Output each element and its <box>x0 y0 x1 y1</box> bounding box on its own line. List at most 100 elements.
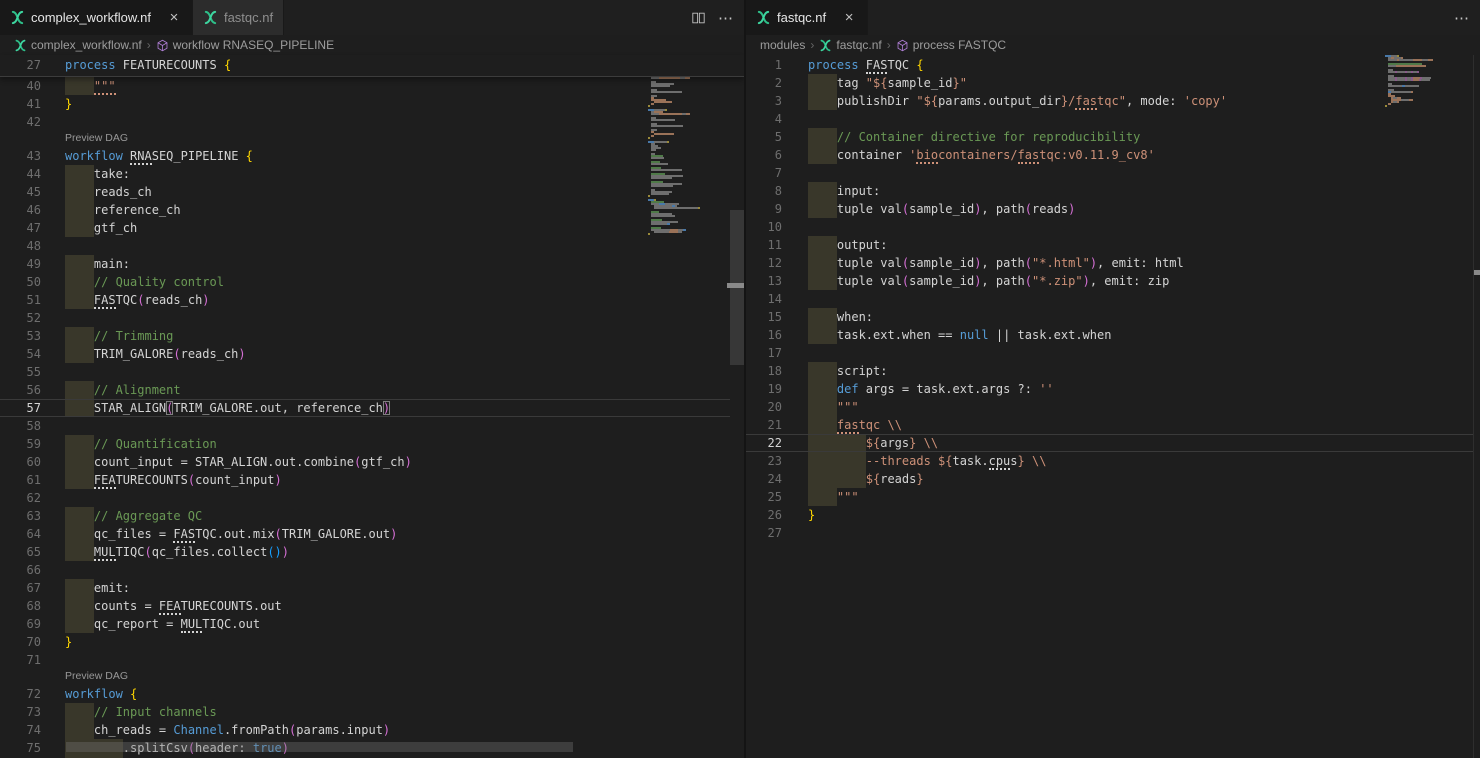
code-line[interactable]: 56// Alignment <box>0 381 744 399</box>
code-line[interactable]: 1process FASTQC { <box>746 56 1480 74</box>
code-line[interactable]: 3publishDir "${params.output_dir}/fastqc… <box>746 92 1480 110</box>
code-line[interactable]: 16task.ext.when == null || task.ext.when <box>746 326 1480 344</box>
minimap-right[interactable] <box>1385 55 1455 109</box>
code-line[interactable]: 51FASTQC(reads_ch) <box>0 291 744 309</box>
minimap-left[interactable] <box>648 55 730 237</box>
code-line[interactable]: 62 <box>0 489 744 507</box>
code-line[interactable]: 43workflow RNASEQ_PIPELINE { <box>0 147 744 165</box>
code-line[interactable]: 12tuple val(sample_id), path("*.html"), … <box>746 254 1480 272</box>
code-line[interactable]: 45reads_ch <box>0 183 744 201</box>
close-icon[interactable]: × <box>841 10 857 26</box>
tab-label: complex_workflow.nf <box>31 10 151 25</box>
code-line[interactable]: 9tuple val(sample_id), path(reads) <box>746 200 1480 218</box>
tab-fastqc-right[interactable]: fastqc.nf × <box>746 0 868 35</box>
horizontal-scrollbar-thumb[interactable] <box>66 742 573 752</box>
code-lines-left[interactable]: 40"""41}42Preview DAG43workflow RNASEQ_P… <box>0 77 744 758</box>
code-line[interactable]: 58 <box>0 417 744 435</box>
nextflow-file-icon <box>203 10 218 25</box>
code-line[interactable]: 57STAR_ALIGN(TRIM_GALORE.out, reference_… <box>0 399 744 417</box>
code-line[interactable]: 5// Container directive for reproducibil… <box>746 128 1480 146</box>
code-line[interactable]: 66 <box>0 561 744 579</box>
code-line[interactable]: 13tuple val(sample_id), path("*.zip"), e… <box>746 272 1480 290</box>
code-line[interactable]: 10 <box>746 218 1480 236</box>
close-icon[interactable]: × <box>166 10 182 26</box>
code-line[interactable]: 21fastqc \\ <box>746 416 1480 434</box>
code-lines-right[interactable]: 1process FASTQC {2tag "${sample_id}"3pub… <box>746 56 1480 542</box>
code-line[interactable]: 72workflow { <box>0 685 744 703</box>
code-line[interactable]: 46reference_ch <box>0 201 744 219</box>
code-line[interactable]: 25""" <box>746 488 1480 506</box>
tab-fastqc-left[interactable]: fastqc.nf <box>193 0 284 35</box>
tabbar-right: fastqc.nf × ⋯ <box>746 0 1480 35</box>
code-line[interactable]: 7 <box>746 164 1480 182</box>
code-line[interactable]: 64qc_files = FASTQC.out.mix(TRIM_GALORE.… <box>0 525 744 543</box>
code-line[interactable]: 11output: <box>746 236 1480 254</box>
breadcrumb-folder[interactable]: modules <box>760 38 805 52</box>
code-line[interactable]: 40""" <box>0 77 744 95</box>
tabbar-left: complex_workflow.nf × fastqc.nf ⋯ <box>0 0 744 35</box>
code-line[interactable]: 24${reads} <box>746 470 1480 488</box>
code-editor-right[interactable]: 1process FASTQC {2tag "${sample_id}"3pub… <box>746 56 1480 758</box>
code-line[interactable]: 4 <box>746 110 1480 128</box>
code-line[interactable]: 26} <box>746 506 1480 524</box>
code-line[interactable]: 19def args = task.ext.args ?: '' <box>746 380 1480 398</box>
code-line[interactable]: 65MULTIQC(qc_files.collect()) <box>0 543 744 561</box>
code-line[interactable]: 42 <box>0 113 744 131</box>
code-line[interactable]: 70} <box>0 633 744 651</box>
code-line[interactable]: 61FEATURECOUNTS(count_input) <box>0 471 744 489</box>
code-line[interactable]: 8input: <box>746 182 1480 200</box>
code-line[interactable]: 53// Trimming <box>0 327 744 345</box>
breadcrumb-symbol[interactable]: process FASTQC <box>896 38 1006 52</box>
code-line[interactable]: 17 <box>746 344 1480 362</box>
code-line[interactable]: 68counts = FEATURECOUNTS.out <box>0 597 744 615</box>
editor-group-left: complex_workflow.nf × fastqc.nf ⋯ <box>0 0 744 758</box>
code-line[interactable]: 63// Aggregate QC <box>0 507 744 525</box>
code-line[interactable]: 50// Quality control <box>0 273 744 291</box>
code-line[interactable]: 48 <box>0 237 744 255</box>
code-line[interactable]: 49main: <box>0 255 744 273</box>
code-line[interactable]: 52 <box>0 309 744 327</box>
overview-ruler-cursor-mark <box>1474 270 1480 275</box>
scrollbar-track-border <box>1473 55 1474 758</box>
code-line[interactable]: 73// Input channels <box>0 703 744 721</box>
tab-complex-workflow[interactable]: complex_workflow.nf × <box>0 0 193 35</box>
sticky-scroll-line[interactable]: 27process FEATURECOUNTS { <box>0 55 744 77</box>
code-line[interactable]: 27 <box>746 524 1480 542</box>
code-line[interactable]: 6container 'biocontainers/fastqc:v0.11.9… <box>746 146 1480 164</box>
breadcrumb-file[interactable]: complex_workflow.nf <box>14 38 142 52</box>
tab-actions-left: ⋯ <box>691 0 734 35</box>
editor-group-right: fastqc.nf × ⋯ modules › fastqc.nf › <box>746 0 1480 758</box>
code-line[interactable]: 15when: <box>746 308 1480 326</box>
code-line[interactable]: 18script: <box>746 362 1480 380</box>
code-line[interactable]: 14 <box>746 290 1480 308</box>
editor-group-sash[interactable] <box>744 0 746 758</box>
breadcrumb-file[interactable]: fastqc.nf <box>819 38 881 52</box>
code-line[interactable]: 44take: <box>0 165 744 183</box>
vscode-window: complex_workflow.nf × fastqc.nf ⋯ <box>0 0 1480 758</box>
symbol-cube-icon <box>896 39 909 52</box>
breadcrumb: modules › fastqc.nf › process FASTQC <box>746 35 1480 55</box>
codelens-preview-dag[interactable]: Preview DAG <box>0 131 744 147</box>
code-line[interactable]: 74ch_reads = Channel.fromPath(params.inp… <box>0 721 744 739</box>
code-line[interactable]: 55 <box>0 363 744 381</box>
more-actions-icon[interactable]: ⋯ <box>1454 9 1470 27</box>
code-line[interactable]: 23--threads ${task.cpus} \\ <box>746 452 1480 470</box>
code-line[interactable]: 22${args} \\ <box>746 434 1480 452</box>
code-line[interactable]: 60count_input = STAR_ALIGN.out.combine(g… <box>0 453 744 471</box>
code-editor-left[interactable]: 27process FEATURECOUNTS { 40"""41}42Prev… <box>0 55 744 758</box>
breadcrumb-symbol[interactable]: workflow RNASEQ_PIPELINE <box>156 38 334 52</box>
code-line[interactable]: 69qc_report = MULTIQC.out <box>0 615 744 633</box>
more-actions-icon[interactable]: ⋯ <box>718 9 734 27</box>
code-line[interactable]: 67emit: <box>0 579 744 597</box>
code-line[interactable]: 71 <box>0 651 744 669</box>
code-line[interactable]: 47gtf_ch <box>0 219 744 237</box>
code-line[interactable]: 59// Quantification <box>0 435 744 453</box>
split-editor-icon[interactable] <box>691 11 706 25</box>
code-line[interactable]: 54TRIM_GALORE(reads_ch) <box>0 345 744 363</box>
code-line[interactable]: 20""" <box>746 398 1480 416</box>
codelens-preview-dag[interactable]: Preview DAG <box>0 669 744 685</box>
code-line[interactable]: 41} <box>0 95 744 113</box>
code-line[interactable]: 2tag "${sample_id}" <box>746 74 1480 92</box>
nextflow-file-icon <box>14 39 27 52</box>
chevron-right-icon: › <box>147 38 151 52</box>
